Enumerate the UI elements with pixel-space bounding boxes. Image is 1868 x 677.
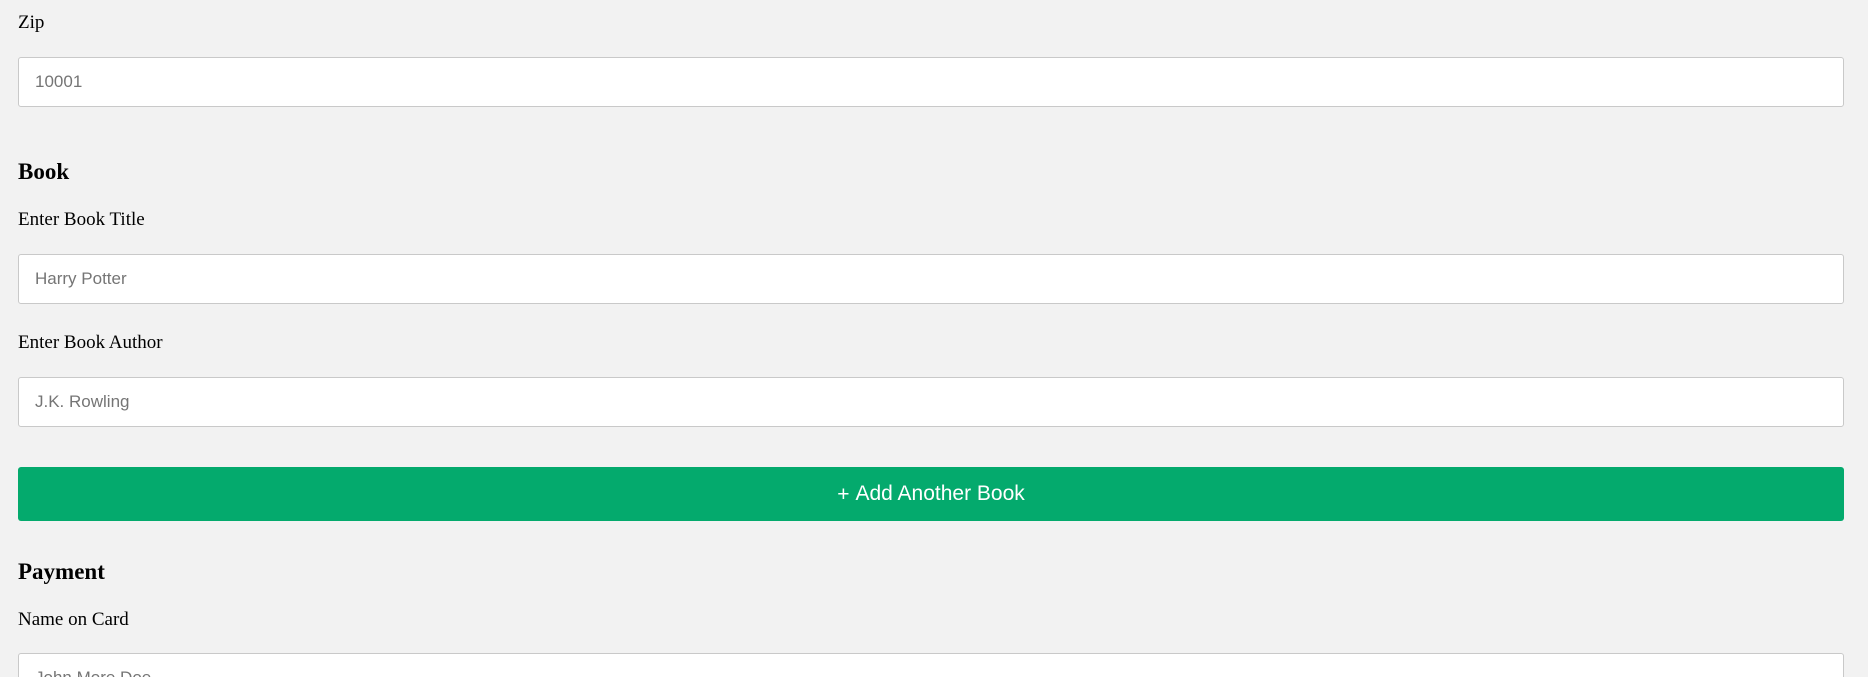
name-on-card-input[interactable] [18,653,1844,677]
name-on-card-label: Name on Card [18,609,129,630]
book-title-input[interactable] [18,254,1844,304]
book-author-label: Enter Book Author [18,332,163,353]
zip-label: Zip [18,12,45,33]
payment-section-title: Payment [18,559,105,584]
zip-input[interactable] [18,57,1844,107]
add-another-book-button[interactable]: + Add Another Book [18,467,1844,521]
order-form: Zip Book Enter Book Title Enter Book Aut… [0,0,1868,677]
book-author-input[interactable] [18,377,1844,427]
plus-icon: + [837,482,850,506]
add-another-book-label: Add Another Book [855,482,1025,505]
book-section-title: Book [18,159,70,184]
book-title-label: Enter Book Title [18,209,145,230]
